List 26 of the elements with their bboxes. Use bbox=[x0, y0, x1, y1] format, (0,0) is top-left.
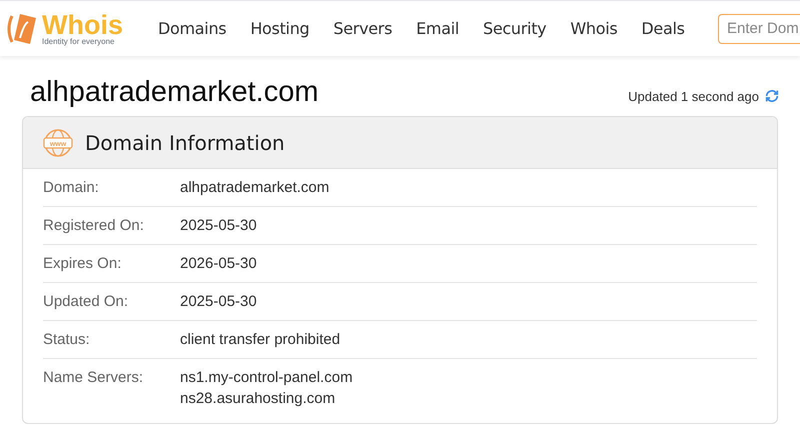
field-value: 2025-05-30 bbox=[180, 216, 257, 236]
nav-link[interactable]: Deals bbox=[641, 16, 685, 40]
field-label: Updated On: bbox=[43, 292, 130, 312]
nav-link[interactable]: Email bbox=[416, 16, 460, 40]
nav-link[interactable]: Hosting bbox=[250, 16, 310, 40]
field-value: 2025-05-30 bbox=[180, 292, 257, 312]
field-label: Domain: bbox=[43, 178, 100, 198]
field-value: client transfer prohibited bbox=[180, 330, 340, 350]
nav-link[interactable]: Domains bbox=[158, 16, 226, 40]
field-value: alhpatrademarket.com bbox=[180, 178, 330, 198]
nav-link[interactable]: Servers bbox=[333, 16, 392, 40]
field-label: Expires On: bbox=[43, 254, 122, 274]
card-title: Domain Information bbox=[85, 130, 285, 156]
nav-link[interactable]: Whois bbox=[570, 16, 618, 40]
field-value: 2026-05-30 bbox=[180, 254, 257, 274]
field-label: Status: bbox=[43, 330, 91, 350]
field-value: ns28.asurahosting.com bbox=[180, 389, 336, 409]
logo-tagline: Identity for everyone bbox=[42, 38, 116, 46]
updated-timestamp: Updated 1 second ago bbox=[628, 88, 759, 106]
nav-link[interactable]: Security bbox=[483, 16, 546, 40]
field-label: Name Servers: bbox=[43, 368, 144, 388]
field-label: Registered On: bbox=[43, 216, 145, 236]
page-title: alhpatrademarket.com bbox=[30, 75, 319, 110]
field-value: ns1.my-control-panel.com bbox=[180, 368, 353, 388]
refresh-icon[interactable] bbox=[764, 88, 780, 104]
domain-search-field[interactable]: Enter Dom bbox=[718, 14, 800, 44]
